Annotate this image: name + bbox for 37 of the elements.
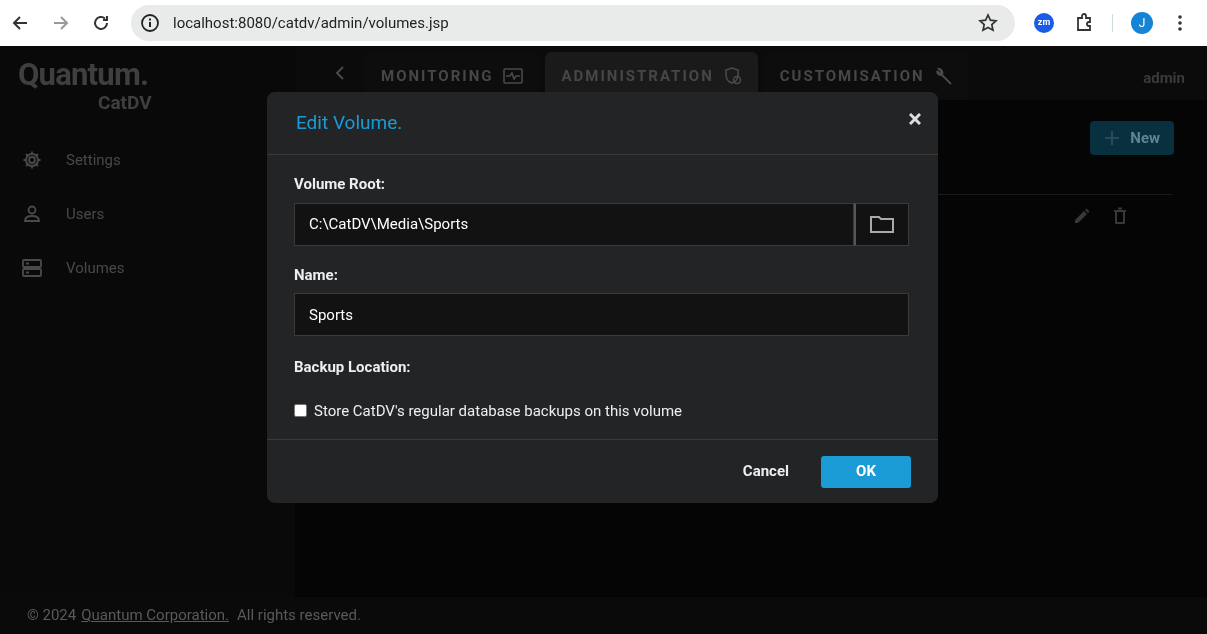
checkbox-label: Store CatDV's regular database backups on this volume	[314, 400, 683, 422]
url-text: localhost:8080/catdv/admin/volumes.jsp	[173, 12, 449, 34]
plus-icon	[1104, 130, 1121, 146]
field-label: Name:	[294, 264, 339, 286]
wrench-icon	[934, 67, 953, 85]
gear-icon	[22, 150, 42, 170]
volume-root-field[interactable]: C:\CatDV\Media\Sports	[294, 202, 854, 246]
volumes-icon	[22, 259, 42, 277]
shield-icon	[723, 67, 742, 85]
new-button[interactable]: New	[1090, 121, 1174, 155]
address-bar[interactable]: localhost:8080/catdv/admin/volumes.jsp	[131, 5, 1015, 41]
sidebar-item[interactable]: Volumes	[0, 254, 295, 282]
extension-badge[interactable]: zm	[1034, 13, 1054, 33]
dialog-title: Edit Volume.	[296, 109, 403, 136]
reload-icon[interactable]	[92, 14, 110, 32]
name-field[interactable]: Sports	[294, 293, 909, 336]
copyright-text: © 2024	[27, 605, 77, 627]
company-link[interactable]: Quantum Corporation.	[81, 604, 229, 627]
sidebar-item[interactable]: Users	[0, 200, 295, 228]
browse-folder-button[interactable]	[854, 202, 909, 246]
close-icon[interactable]	[909, 113, 921, 125]
cancel-button[interactable]: Cancel	[724, 455, 807, 488]
user-icon	[23, 205, 41, 223]
folder-icon	[870, 215, 894, 233]
backup-checkbox[interactable]	[294, 404, 307, 418]
ok-button[interactable]: OK	[821, 455, 911, 488]
star-icon[interactable]	[978, 13, 998, 33]
back-icon[interactable]	[11, 14, 29, 32]
sidebar-item[interactable]: Settings	[0, 146, 295, 174]
field-label: Volume Root:	[294, 174, 386, 195]
info-icon[interactable]	[141, 14, 159, 32]
menu-icon[interactable]	[1178, 15, 1182, 31]
forward-icon[interactable]	[52, 14, 70, 32]
rights-text: All rights reserved.	[237, 605, 361, 627]
monitor-icon	[503, 68, 524, 84]
profile-avatar[interactable]: J	[1131, 12, 1153, 34]
field-label: Backup Location:	[294, 357, 412, 378]
